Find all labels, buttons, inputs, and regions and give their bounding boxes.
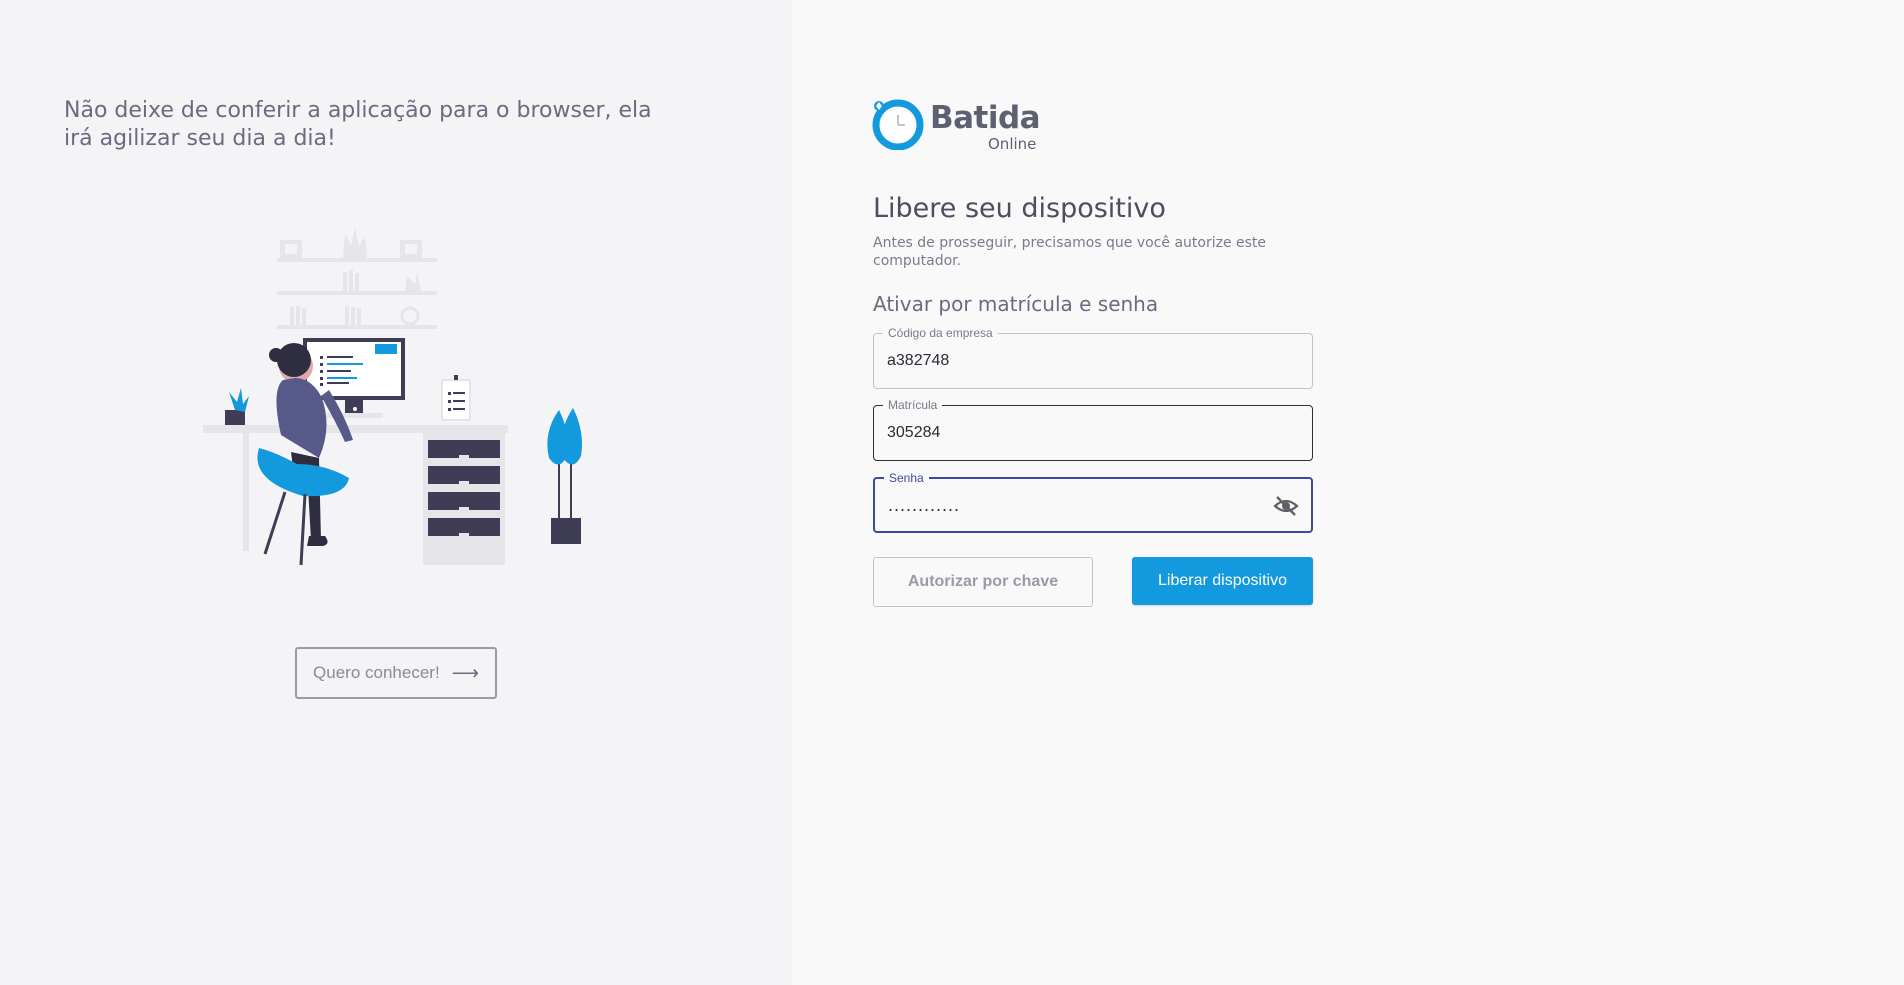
autorizar-por-chave-button[interactable]: Autorizar por chave	[873, 557, 1093, 607]
senha-field: Senha	[873, 471, 1313, 533]
form-subtitle: Antes de prosseguir, precisamos que você…	[873, 235, 1267, 269]
batida-online-logo: Batida Online	[872, 96, 1044, 153]
logo-sub: Online	[988, 135, 1037, 153]
eye-off-icon[interactable]	[1273, 494, 1299, 518]
liberar-dispositivo-button[interactable]: Liberar dispositivo	[1132, 557, 1313, 605]
form-section-title: Ativar por matrícula e senha	[873, 292, 1159, 316]
codigo-empresa-field: Código da empresa	[873, 326, 1313, 389]
matricula-field: Matrícula	[873, 398, 1313, 461]
arrow-right-icon: ⟶	[451, 662, 479, 684]
senha-input[interactable]	[888, 479, 1268, 531]
workspace-illustration	[203, 228, 582, 566]
matricula-input[interactable]	[887, 406, 1267, 460]
logo-name: Batida	[930, 100, 1041, 136]
form-title: Libere seu dispositivo	[873, 193, 1166, 224]
promo-button-label: Quero conhecer!	[313, 663, 440, 682]
promo-text: Não deixe de conferir a aplicação para o…	[64, 98, 652, 151]
codigo-empresa-input[interactable]	[887, 334, 1267, 388]
quero-conhecer-button[interactable]: Quero conhecer! ⟶	[295, 647, 497, 699]
promo-panel: Não deixe de conferir a aplicação para o…	[0, 0, 792, 985]
clock-logo-icon	[872, 99, 924, 150]
